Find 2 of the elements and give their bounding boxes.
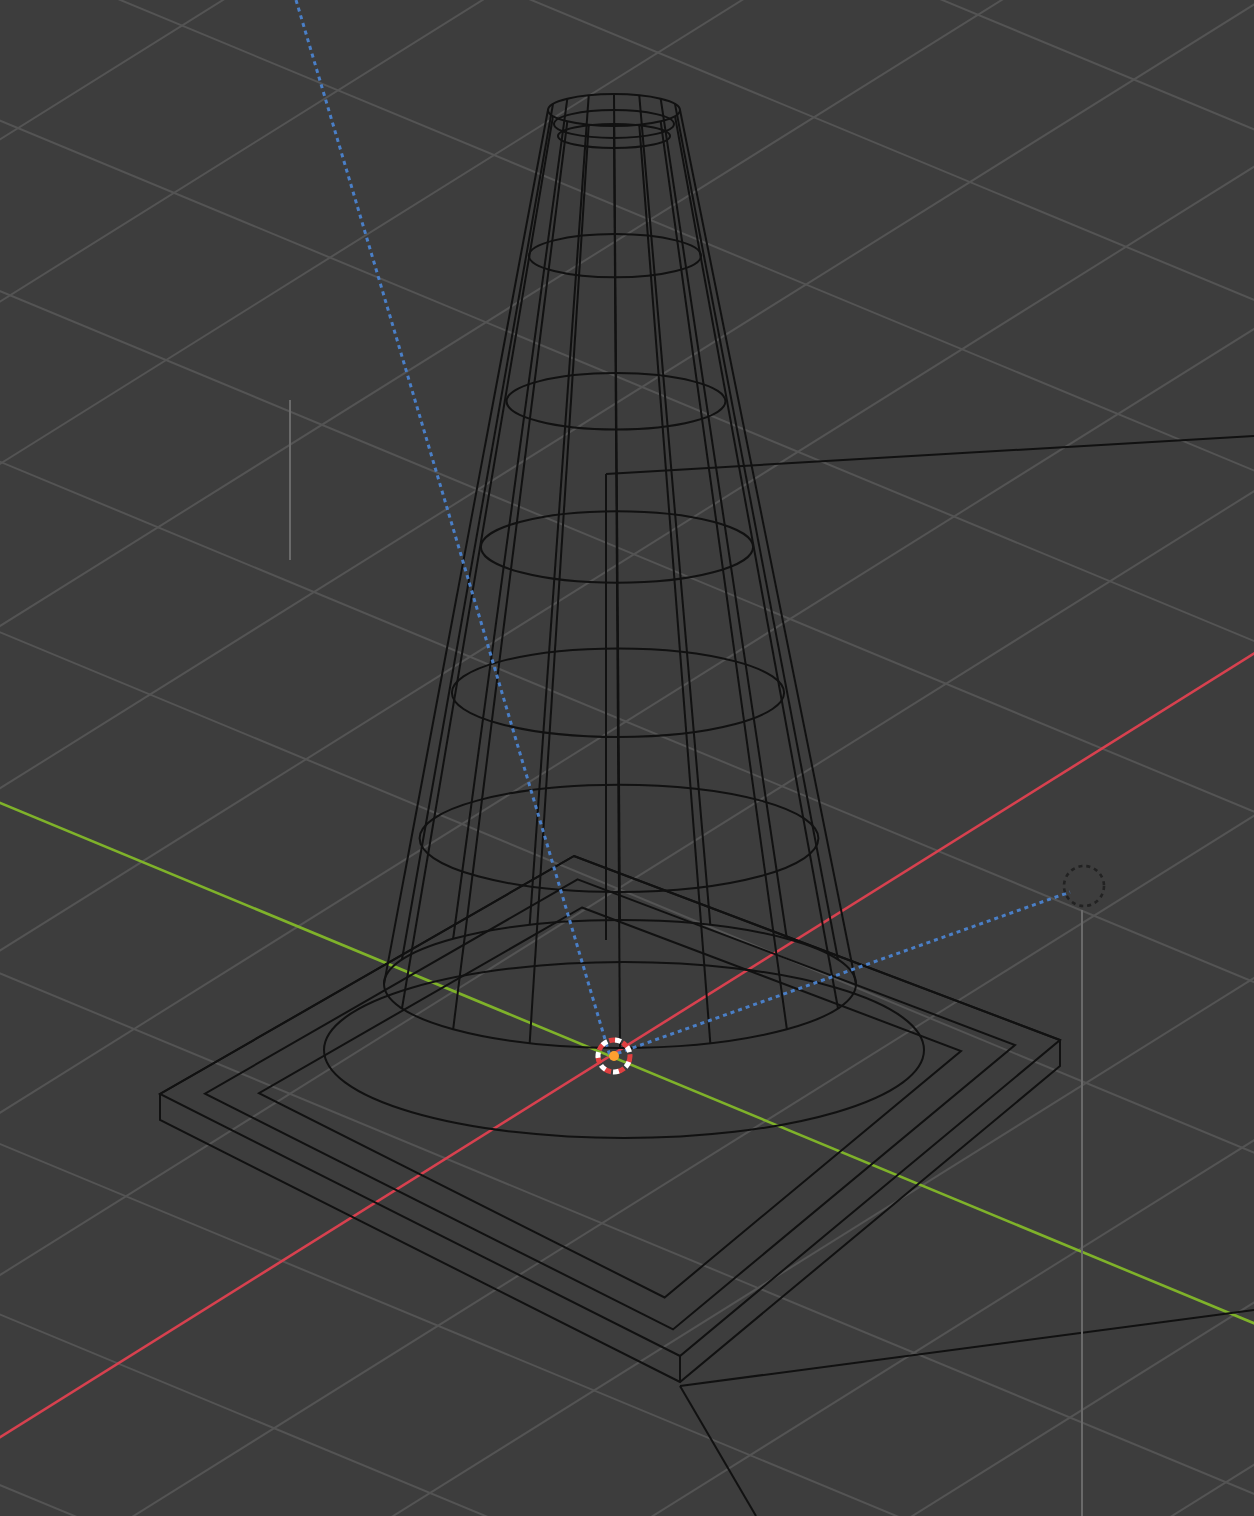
dashed-circle-icon (1062, 864, 1106, 908)
cursor-icon (595, 1037, 633, 1075)
